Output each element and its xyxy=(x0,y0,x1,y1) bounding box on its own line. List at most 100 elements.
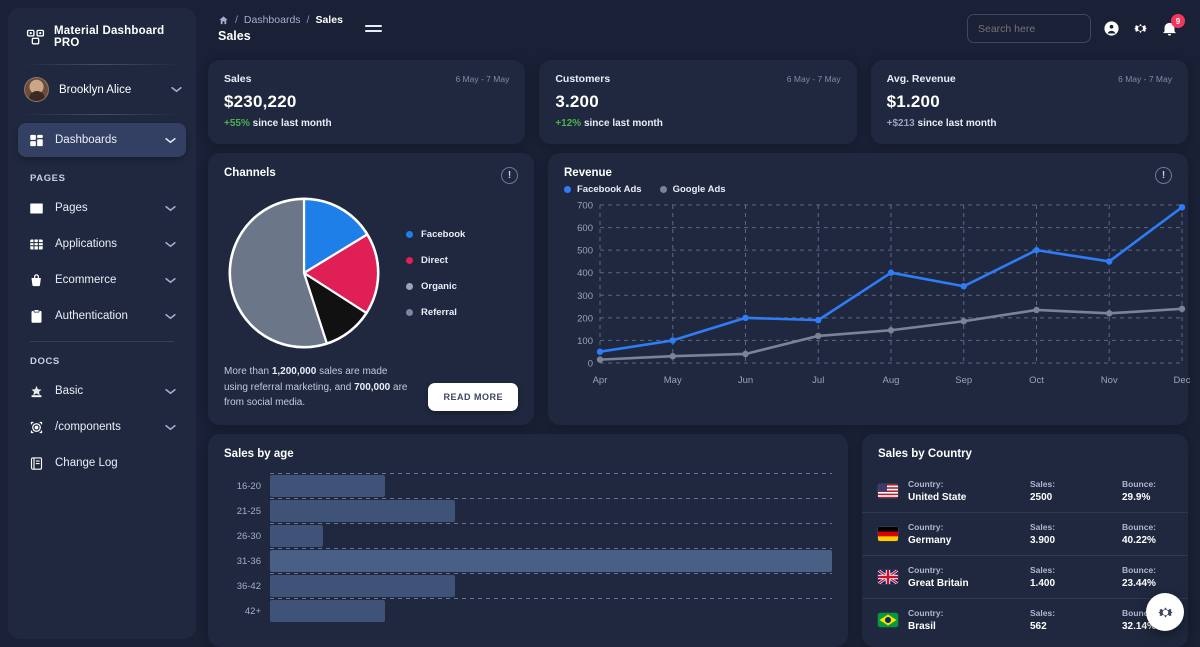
age-bar-label: 16-20 xyxy=(224,481,270,492)
sales-by-age-chart: 16-2021-2526-3031-3636-4242+ xyxy=(224,474,832,620)
sidebar-item-pages[interactable]: Pages xyxy=(18,191,186,225)
legend-label: Organic xyxy=(421,281,457,292)
stat-title: Avg. Revenue xyxy=(887,73,956,85)
sidebar-item-label: Change Log xyxy=(55,457,176,469)
sidebar-section-docs: DOCS xyxy=(18,342,186,374)
legend-item-direct: Direct xyxy=(406,255,465,266)
notification-badge: 9 xyxy=(1171,14,1185,28)
breadcrumb: / Dashboards / Sales xyxy=(218,14,343,26)
sidebar-item-authentication[interactable]: Authentication xyxy=(18,299,186,333)
sidebar-item-change-log[interactable]: Change Log xyxy=(18,446,186,480)
country-value: United State xyxy=(908,492,1020,503)
search-input[interactable] xyxy=(967,14,1091,43)
country-column-header: Country: xyxy=(908,522,1020,532)
chevron-down-icon xyxy=(165,424,176,431)
chevron-down-icon xyxy=(171,86,182,93)
stat-delta-suffix: since last month xyxy=(584,118,663,129)
gear-icon[interactable] xyxy=(1132,20,1149,37)
basket-icon xyxy=(28,272,44,288)
sidebar-item-label: /components xyxy=(55,421,154,433)
sidebar-item-dashboards[interactable]: Dashboards xyxy=(18,123,186,157)
stat-date-range: 6 May - 7 May xyxy=(455,74,509,84)
sales-value: 562 xyxy=(1030,621,1108,632)
read-more-button[interactable]: READ MORE xyxy=(428,383,518,411)
legend-dot-icon xyxy=(406,257,413,264)
info-icon[interactable]: ! xyxy=(501,167,518,184)
sales-by-age-title: Sales by age xyxy=(224,448,832,460)
country-cell: Country: United State xyxy=(908,479,1020,503)
bounce-column-header: Bounce: xyxy=(1122,479,1156,489)
table-row: Country:GermanySales:3.900Bounce:40.22% xyxy=(862,512,1188,555)
stat-subtitle: +$213 since last month xyxy=(887,118,1172,129)
home-icon[interactable] xyxy=(218,15,229,26)
x-axis-tick: Sep xyxy=(955,375,972,386)
hamburger-bar xyxy=(365,25,382,27)
y-axis-tick: 500 xyxy=(577,246,593,257)
sales-value: 2500 xyxy=(1030,492,1108,503)
bell-icon[interactable]: 9 xyxy=(1161,20,1178,37)
country-column-header: Country: xyxy=(908,479,1020,489)
age-bar xyxy=(270,550,832,572)
legend-dot-icon xyxy=(564,186,571,193)
legend-item-organic: Organic xyxy=(406,281,465,292)
profile-item[interactable]: Brooklyn Alice xyxy=(8,65,196,114)
sidebar-item-applications[interactable]: Applications xyxy=(18,227,186,261)
x-axis-tick: May xyxy=(664,375,682,386)
sales-cell: Sales:3.900 xyxy=(1030,522,1108,546)
table-row: Country:BrasilSales:562Bounce:32.14% xyxy=(862,598,1188,641)
age-bar-label: 42+ xyxy=(224,606,270,617)
bounce-cell: Bounce:29.9% xyxy=(1118,479,1172,503)
legend-label: Referral xyxy=(421,307,457,318)
stat-delta-suffix: since last month xyxy=(918,118,997,129)
stat-subtitle: +55% since last month xyxy=(224,118,509,129)
legend-dot-icon xyxy=(406,283,413,290)
breadcrumb-separator: / xyxy=(235,14,238,26)
legend-dot-icon xyxy=(406,309,413,316)
sales-column-header: Sales: xyxy=(1030,522,1108,532)
us-flag xyxy=(878,484,898,498)
legend-label: Facebook xyxy=(421,229,465,240)
bounce-column-header: Bounce: xyxy=(1122,565,1156,575)
info-icon[interactable]: ! xyxy=(1155,167,1172,184)
profile-name: Brooklyn Alice xyxy=(59,84,161,96)
chevron-down-icon xyxy=(165,388,176,395)
x-axis-tick: Oct xyxy=(1029,375,1044,386)
legend-item-facebook-ads: Facebook Ads xyxy=(564,184,642,195)
country-cell: Country:Germany xyxy=(908,522,1020,546)
bounce-value: 23.44% xyxy=(1122,578,1156,589)
channels-card: Channels ! xyxy=(208,153,534,425)
sales-column-header: Sales: xyxy=(1030,479,1108,489)
sales-cell: Sales:1.400 xyxy=(1030,565,1108,589)
legend-item-facebook: Facebook xyxy=(406,229,465,240)
stat-delta-suffix: since last month xyxy=(253,118,332,129)
hamburger-bar xyxy=(365,30,382,32)
stat-value: 3.200 xyxy=(555,92,840,112)
sales-value: 1.400 xyxy=(1030,578,1108,589)
sales-cell: Sales: 2500 xyxy=(1030,479,1108,503)
channels-desc-part1: More than xyxy=(224,366,272,377)
sidebar-item-basic[interactable]: Basic xyxy=(18,374,186,408)
sidebar-item-components[interactable]: /components xyxy=(18,410,186,444)
sidebar-item-label: Ecommerce xyxy=(55,274,154,286)
legend-dot-icon xyxy=(406,231,413,238)
channels-title: Channels xyxy=(224,167,276,179)
breadcrumb-separator: / xyxy=(307,14,310,26)
dashboard-icon xyxy=(28,132,44,148)
x-axis-tick: Nov xyxy=(1101,375,1118,386)
hamburger-icon[interactable] xyxy=(365,25,382,32)
sidebar-item-label: Authentication xyxy=(55,310,154,322)
revenue-title: Revenue xyxy=(564,167,726,179)
brand[interactable]: Material Dashboard PRO xyxy=(8,8,196,64)
settings-fab-button[interactable] xyxy=(1146,593,1184,631)
breadcrumb-item-dashboards[interactable]: Dashboards xyxy=(244,14,301,26)
y-axis-tick: 0 xyxy=(588,359,593,370)
avatar xyxy=(24,77,49,102)
channels-legend: Facebook Direct Organic Referral xyxy=(394,229,465,318)
sidebar-item-ecommerce[interactable]: Ecommerce xyxy=(18,263,186,297)
account-circle-icon[interactable] xyxy=(1103,20,1120,37)
pie-chart-area: Facebook Direct Organic Referral xyxy=(224,192,518,354)
age-bar xyxy=(270,525,323,547)
country-value: Brasil xyxy=(908,621,1020,632)
bounce-column-header: Bounce: xyxy=(1122,522,1156,532)
legend-label: Direct xyxy=(421,255,448,266)
